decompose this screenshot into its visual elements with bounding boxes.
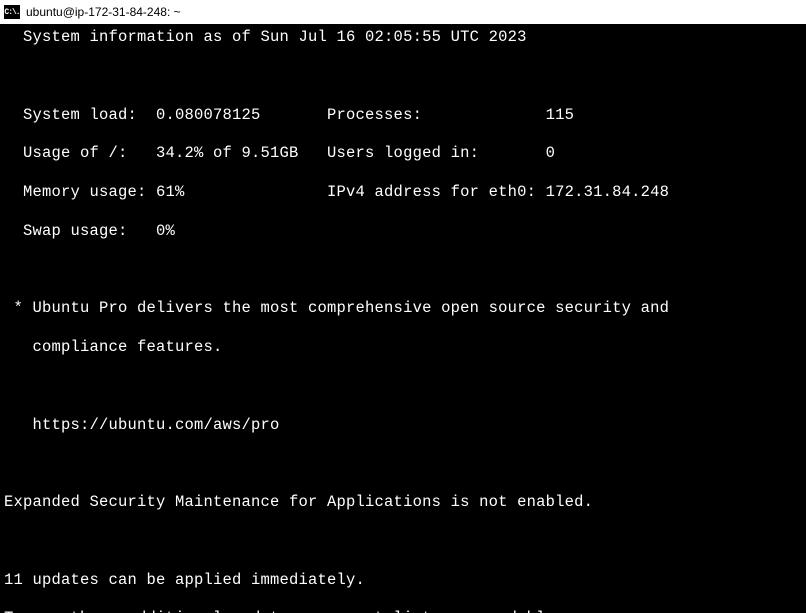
ubuntu-pro-line-2: compliance features. bbox=[4, 338, 802, 357]
sysinfo-header: System information as of Sun Jul 16 02:0… bbox=[4, 28, 802, 47]
ubuntu-pro-line-1: * Ubuntu Pro delivers the most comprehen… bbox=[4, 299, 802, 318]
updates-line-1: 11 updates can be applied immediately. bbox=[4, 571, 802, 590]
window-title: ubuntu@ip-172-31-84-248: ~ bbox=[26, 5, 181, 19]
blank-line bbox=[4, 454, 802, 473]
updates-line-2: To see these additional updates run: apt… bbox=[4, 609, 802, 613]
stats-row-4: Swap usage: 0% bbox=[4, 222, 802, 241]
blank-line bbox=[4, 67, 802, 86]
terminal-icon: C:\. bbox=[4, 5, 20, 19]
window-title-bar: C:\. ubuntu@ip-172-31-84-248: ~ bbox=[0, 0, 806, 24]
blank-line bbox=[4, 532, 802, 551]
terminal-output[interactable]: System information as of Sun Jul 16 02:0… bbox=[0, 24, 806, 613]
ubuntu-pro-url: https://ubuntu.com/aws/pro bbox=[4, 416, 802, 435]
stats-row-1: System load: 0.080078125 Processes: 115 bbox=[4, 106, 802, 125]
esm-status: Expanded Security Maintenance for Applic… bbox=[4, 493, 802, 512]
stats-row-2: Usage of /: 34.2% of 9.51GB Users logged… bbox=[4, 144, 802, 163]
stats-row-3: Memory usage: 61% IPv4 address for eth0:… bbox=[4, 183, 802, 202]
blank-line bbox=[4, 261, 802, 280]
blank-line bbox=[4, 377, 802, 396]
